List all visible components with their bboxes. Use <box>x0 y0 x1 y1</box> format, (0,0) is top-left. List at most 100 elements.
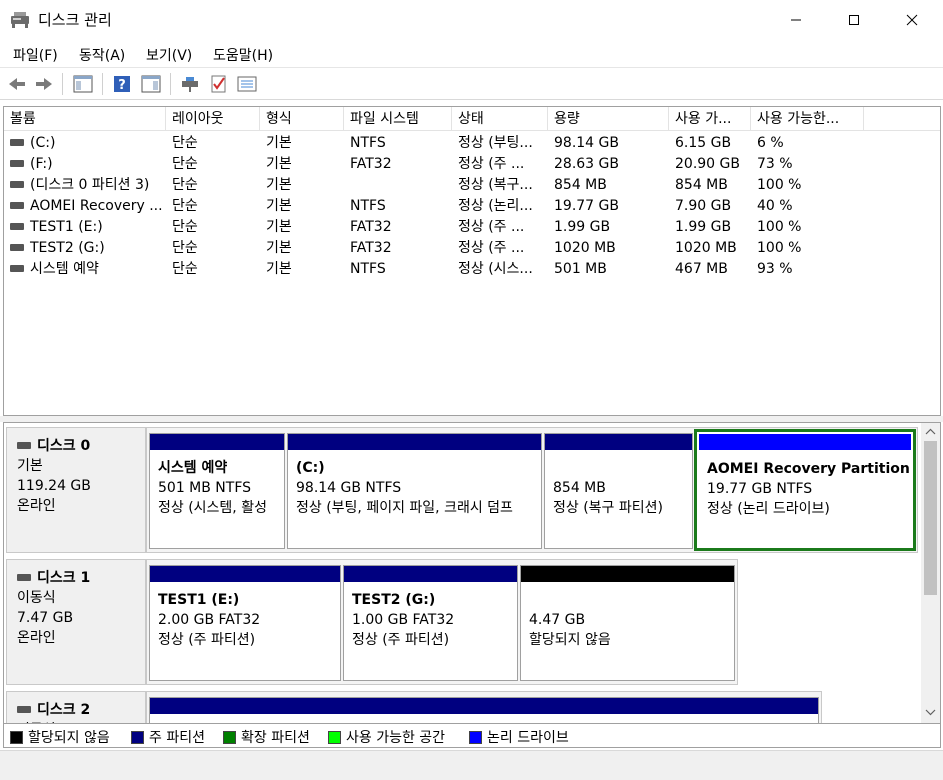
status-cell: 정상 (주 ... <box>458 156 525 172</box>
partition-size: 2.00 GB FAT32 <box>158 612 261 628</box>
vertical-scrollbar[interactable] <box>921 423 940 723</box>
partition-bar <box>521 566 734 582</box>
type-cell: 기본 <box>266 198 292 214</box>
disk-info[interactable]: 디스크 0 기본 119.24 GB 온라인 <box>6 427 146 553</box>
layout-cell: 단순 <box>172 177 198 193</box>
disk-graphical-view: 디스크 0 기본 119.24 GB 온라인 시스템 예약 501 MB NTF… <box>3 422 941 724</box>
column-header-layout[interactable]: 레이아웃 <box>166 107 260 131</box>
disk-title: 디스크 1 <box>17 568 135 588</box>
close-button[interactable] <box>883 0 941 40</box>
volume-row[interactable]: (디스크 0 파티션 3) 단순 기본 정상 (복구... 854 MB 854… <box>4 175 940 196</box>
partition-block[interactable]: 시스템 예약 501 MB NTFS 정상 (시스템, 활성 <box>149 433 285 549</box>
minimize-button[interactable] <box>767 0 825 40</box>
volume-row[interactable]: AOMEI Recovery ... 단순 기본 NTFS 정상 (논리... … <box>4 196 940 217</box>
capacity-cell: 28.63 GB <box>554 156 619 172</box>
volume-name-cell: (F:) <box>4 154 166 175</box>
filesystem-cell: FAT32 <box>350 156 392 172</box>
scrollbar-thumb[interactable] <box>924 441 937 595</box>
type-cell: 기본 <box>266 240 292 256</box>
show-hide-console-tree-icon[interactable] <box>72 73 94 95</box>
disk-row: 디스크 2 이동식 <box>4 689 921 723</box>
volume-row[interactable]: (C:) 단순 기본 NTFS 정상 (부팅... 98.14 GB 6.15 … <box>4 133 940 154</box>
percent-free-cell: 100 % <box>757 219 802 235</box>
layout-cell: 단순 <box>172 135 198 151</box>
disk-partition-area: 시스템 예약 501 MB NTFS 정상 (시스템, 활성 (C:) 98.1… <box>146 427 918 553</box>
column-header-capacity[interactable]: 용량 <box>548 107 669 131</box>
settings-list-icon[interactable] <box>236 73 258 95</box>
connect-disk-icon[interactable] <box>179 73 201 95</box>
partition-bar <box>699 434 911 450</box>
legend-swatch <box>328 730 341 744</box>
menu-file[interactable]: 파일(F) <box>13 45 58 65</box>
window-title: 디스크 관리 <box>38 11 112 29</box>
toolbar-separator <box>62 73 63 95</box>
volume-name-cell: 시스템 예약 <box>4 259 166 280</box>
volume-list-header: 볼륨 레이아웃 형식 파일 시스템 상태 용량 사용 가... 사용 가능한..… <box>4 107 940 131</box>
status-cell: 정상 (시스... <box>458 261 533 277</box>
free-space-cell: 7.90 GB <box>675 198 732 214</box>
partition-bar <box>150 434 284 450</box>
toolbar-separator <box>102 73 103 95</box>
filesystem-cell: FAT32 <box>350 240 392 256</box>
partition-block[interactable] <box>149 697 819 723</box>
check-properties-icon[interactable] <box>208 73 230 95</box>
partition-name: AOMEI Recovery Partition <box>707 461 909 477</box>
partition-block[interactable]: (C:) 98.14 GB NTFS 정상 (부팅, 페이지 파일, 크래시 덤… <box>287 433 542 549</box>
drive-icon <box>10 264 24 272</box>
partition-status: 정상 (부팅, 페이지 파일, 크래시 덤프 <box>296 500 513 516</box>
menu-view[interactable]: 보기(V) <box>146 45 192 65</box>
drive-icon <box>10 159 24 167</box>
filesystem-cell: FAT32 <box>350 219 392 235</box>
filesystem-cell: NTFS <box>350 261 386 277</box>
volume-row[interactable]: 시스템 예약 단순 기본 NTFS 정상 (시스... 501 MB 467 M… <box>4 259 940 280</box>
forward-arrow-icon[interactable] <box>33 73 55 95</box>
filesystem-cell <box>344 175 452 196</box>
scroll-up-icon <box>925 428 936 435</box>
help-icon[interactable]: ? <box>111 73 133 95</box>
percent-free-cell: 100 % <box>757 240 802 256</box>
disk-title: 디스크 0 <box>17 436 135 456</box>
partition-status: 정상 (시스템, 활성 <box>158 500 267 516</box>
column-header-type[interactable]: 형식 <box>260 107 344 131</box>
partition-block[interactable]: 854 MB 정상 (복구 파티션) <box>544 433 693 549</box>
volume-row[interactable]: TEST1 (E:) 단순 기본 FAT32 정상 (주 ... 1.99 GB… <box>4 217 940 238</box>
legend-item: 주 파티션 <box>131 727 205 747</box>
menu-action[interactable]: 동작(A) <box>79 45 125 65</box>
legend-swatch <box>469 730 482 744</box>
type-cell: 기본 <box>266 156 292 172</box>
volume-list: 볼륨 레이아웃 형식 파일 시스템 상태 용량 사용 가... 사용 가능한..… <box>3 106 941 416</box>
legend-swatch <box>223 730 236 744</box>
partition-block[interactable]: TEST2 (G:) 1.00 GB FAT32 정상 (주 파티션) <box>343 565 518 681</box>
partition-block-selected[interactable]: AOMEI Recovery Partition 19.77 GB NTFS 정… <box>694 429 916 551</box>
column-header-percent-free[interactable]: 사용 가능한... <box>751 107 864 131</box>
partition-name: TEST1 (E:) <box>158 592 240 608</box>
partition-size: 4.47 GB <box>529 612 586 628</box>
free-space-cell: 20.90 GB <box>675 156 740 172</box>
capacity-cell: 98.14 GB <box>554 135 619 151</box>
maximize-button[interactable] <box>825 0 883 40</box>
show-hide-action-pane-icon[interactable] <box>140 73 162 95</box>
partition-block-unallocated[interactable]: 4.47 GB 할당되지 않음 <box>520 565 735 681</box>
disk-management-icon <box>10 11 30 29</box>
percent-free-cell: 6 % <box>757 135 784 151</box>
disk-info[interactable]: 디스크 2 이동식 <box>6 691 146 723</box>
partition-size: 1.00 GB FAT32 <box>352 612 455 628</box>
column-header-status[interactable]: 상태 <box>452 107 548 131</box>
menu-bar: 파일(F) 동작(A) 보기(V) 도움말(H) <box>0 40 943 68</box>
partition-block[interactable]: TEST1 (E:) 2.00 GB FAT32 정상 (주 파티션) <box>149 565 341 681</box>
disk-info[interactable]: 디스크 1 이동식 7.47 GB 온라인 <box>6 559 146 685</box>
status-cell: 정상 (복구... <box>458 177 533 193</box>
menu-help[interactable]: 도움말(H) <box>213 45 273 65</box>
column-header-free-space[interactable]: 사용 가... <box>669 107 751 131</box>
volume-row[interactable]: TEST2 (G:) 단순 기본 FAT32 정상 (주 ... 1020 MB… <box>4 238 940 259</box>
column-header-filesystem[interactable]: 파일 시스템 <box>344 107 452 131</box>
type-cell: 기본 <box>266 177 292 193</box>
layout-cell: 단순 <box>172 219 198 235</box>
back-arrow-icon[interactable] <box>6 73 28 95</box>
disk-type: 기본 <box>17 458 43 474</box>
partition-bar <box>150 566 340 582</box>
legend-item: 논리 드라이브 <box>469 727 569 747</box>
percent-free-cell: 40 % <box>757 198 793 214</box>
volume-row[interactable]: (F:) 단순 기본 FAT32 정상 (주 ... 28.63 GB 20.9… <box>4 154 940 175</box>
column-header-volume[interactable]: 볼륨 <box>4 107 166 131</box>
